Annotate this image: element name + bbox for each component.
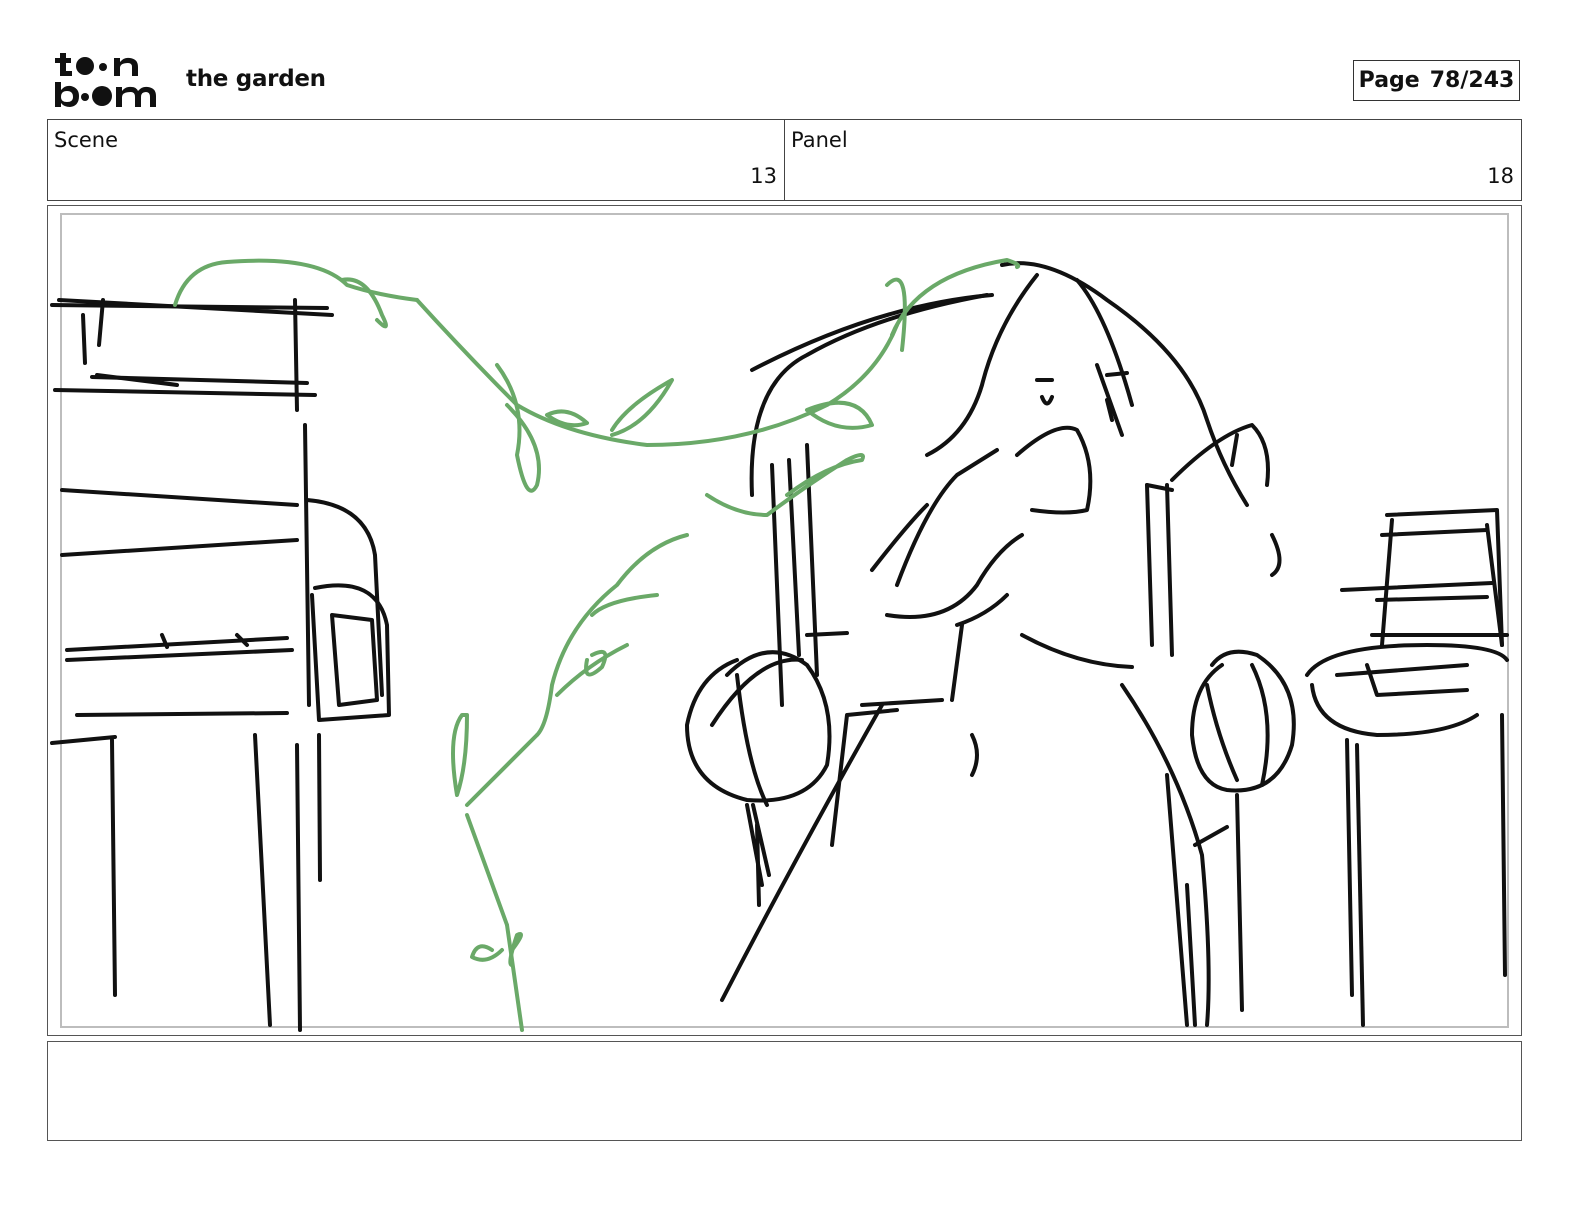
scene-cell: Scene 13: [48, 120, 785, 200]
project-title: the garden: [186, 66, 326, 92]
panel-number: 18: [1487, 164, 1514, 188]
black-line-sketch: [50, 261, 1509, 1032]
page-number: 78/243: [1429, 68, 1515, 93]
notes-box: [47, 1041, 1522, 1141]
page-label: Page: [1358, 68, 1420, 93]
panel-label: Panel: [791, 128, 848, 152]
green-vine-sketch: [173, 258, 1021, 1032]
panel-cell: Panel 18: [785, 120, 1521, 200]
toon-boom-logo: [55, 53, 156, 107]
scene-label: Scene: [54, 128, 119, 152]
scene-number: 13: [750, 164, 777, 188]
scene-panel-info: Scene 13 Panel 18: [47, 119, 1522, 201]
page-indicator: Page 78/243: [1353, 60, 1520, 101]
storyboard-sketch: [50, 258, 1509, 1032]
